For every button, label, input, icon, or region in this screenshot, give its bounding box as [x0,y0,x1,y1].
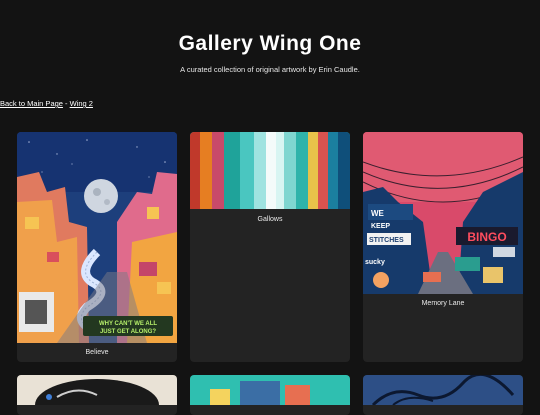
artwork-title-believe: Believe [85,349,109,356]
artwork-card-memory-lane[interactable]: WE KEEP YOUR STITCHES BINGO sucky Memory… [363,132,523,362]
artwork-image-5[interactable] [190,375,350,405]
artwork-image-4[interactable] [17,375,177,405]
artwork-card-believe[interactable]: WHY CAN'T WE ALL JUST GET ALONG? Believe [17,132,177,362]
painted-text-bingo: BINGO [467,230,506,244]
artwork-card-gallows[interactable]: Gallows [190,132,350,362]
page-subtitle: A curated collection of original artwork… [180,65,360,74]
painted-text-keep: KEEP [371,223,390,230]
artwork-image-gallows[interactable] [190,132,350,209]
breadcrumb: Back to Main Page - Wing 2 [0,99,93,108]
back-to-main-link[interactable]: Back to Main Page [0,99,63,108]
painted-text-line-2: JUST GET ALONG? [100,329,156,335]
artwork-card-4[interactable] [17,375,177,415]
painted-text-we: WE [371,209,385,218]
artwork-title-gallows: Gallows [257,216,283,223]
painted-text-sucky: sucky [365,259,385,266]
page-title: Gallery Wing One [178,32,362,55]
wing-2-link[interactable]: Wing 2 [70,99,93,108]
artwork-image-6[interactable] [363,375,523,405]
artwork-card-5[interactable] [190,375,350,415]
nav-separator: - [62,99,70,108]
painted-text-stitches-label: STITCHES [369,237,404,244]
artwork-title-memory-lane: Memory Lane [421,300,465,307]
artwork-image-memory-lane[interactable]: WE KEEP YOUR STITCHES BINGO sucky [363,132,523,294]
artwork-image-believe[interactable]: WHY CAN'T WE ALL JUST GET ALONG? [17,132,177,343]
artwork-card-6[interactable] [363,375,523,415]
painted-text-line-1: WHY CAN'T WE ALL [99,321,157,327]
